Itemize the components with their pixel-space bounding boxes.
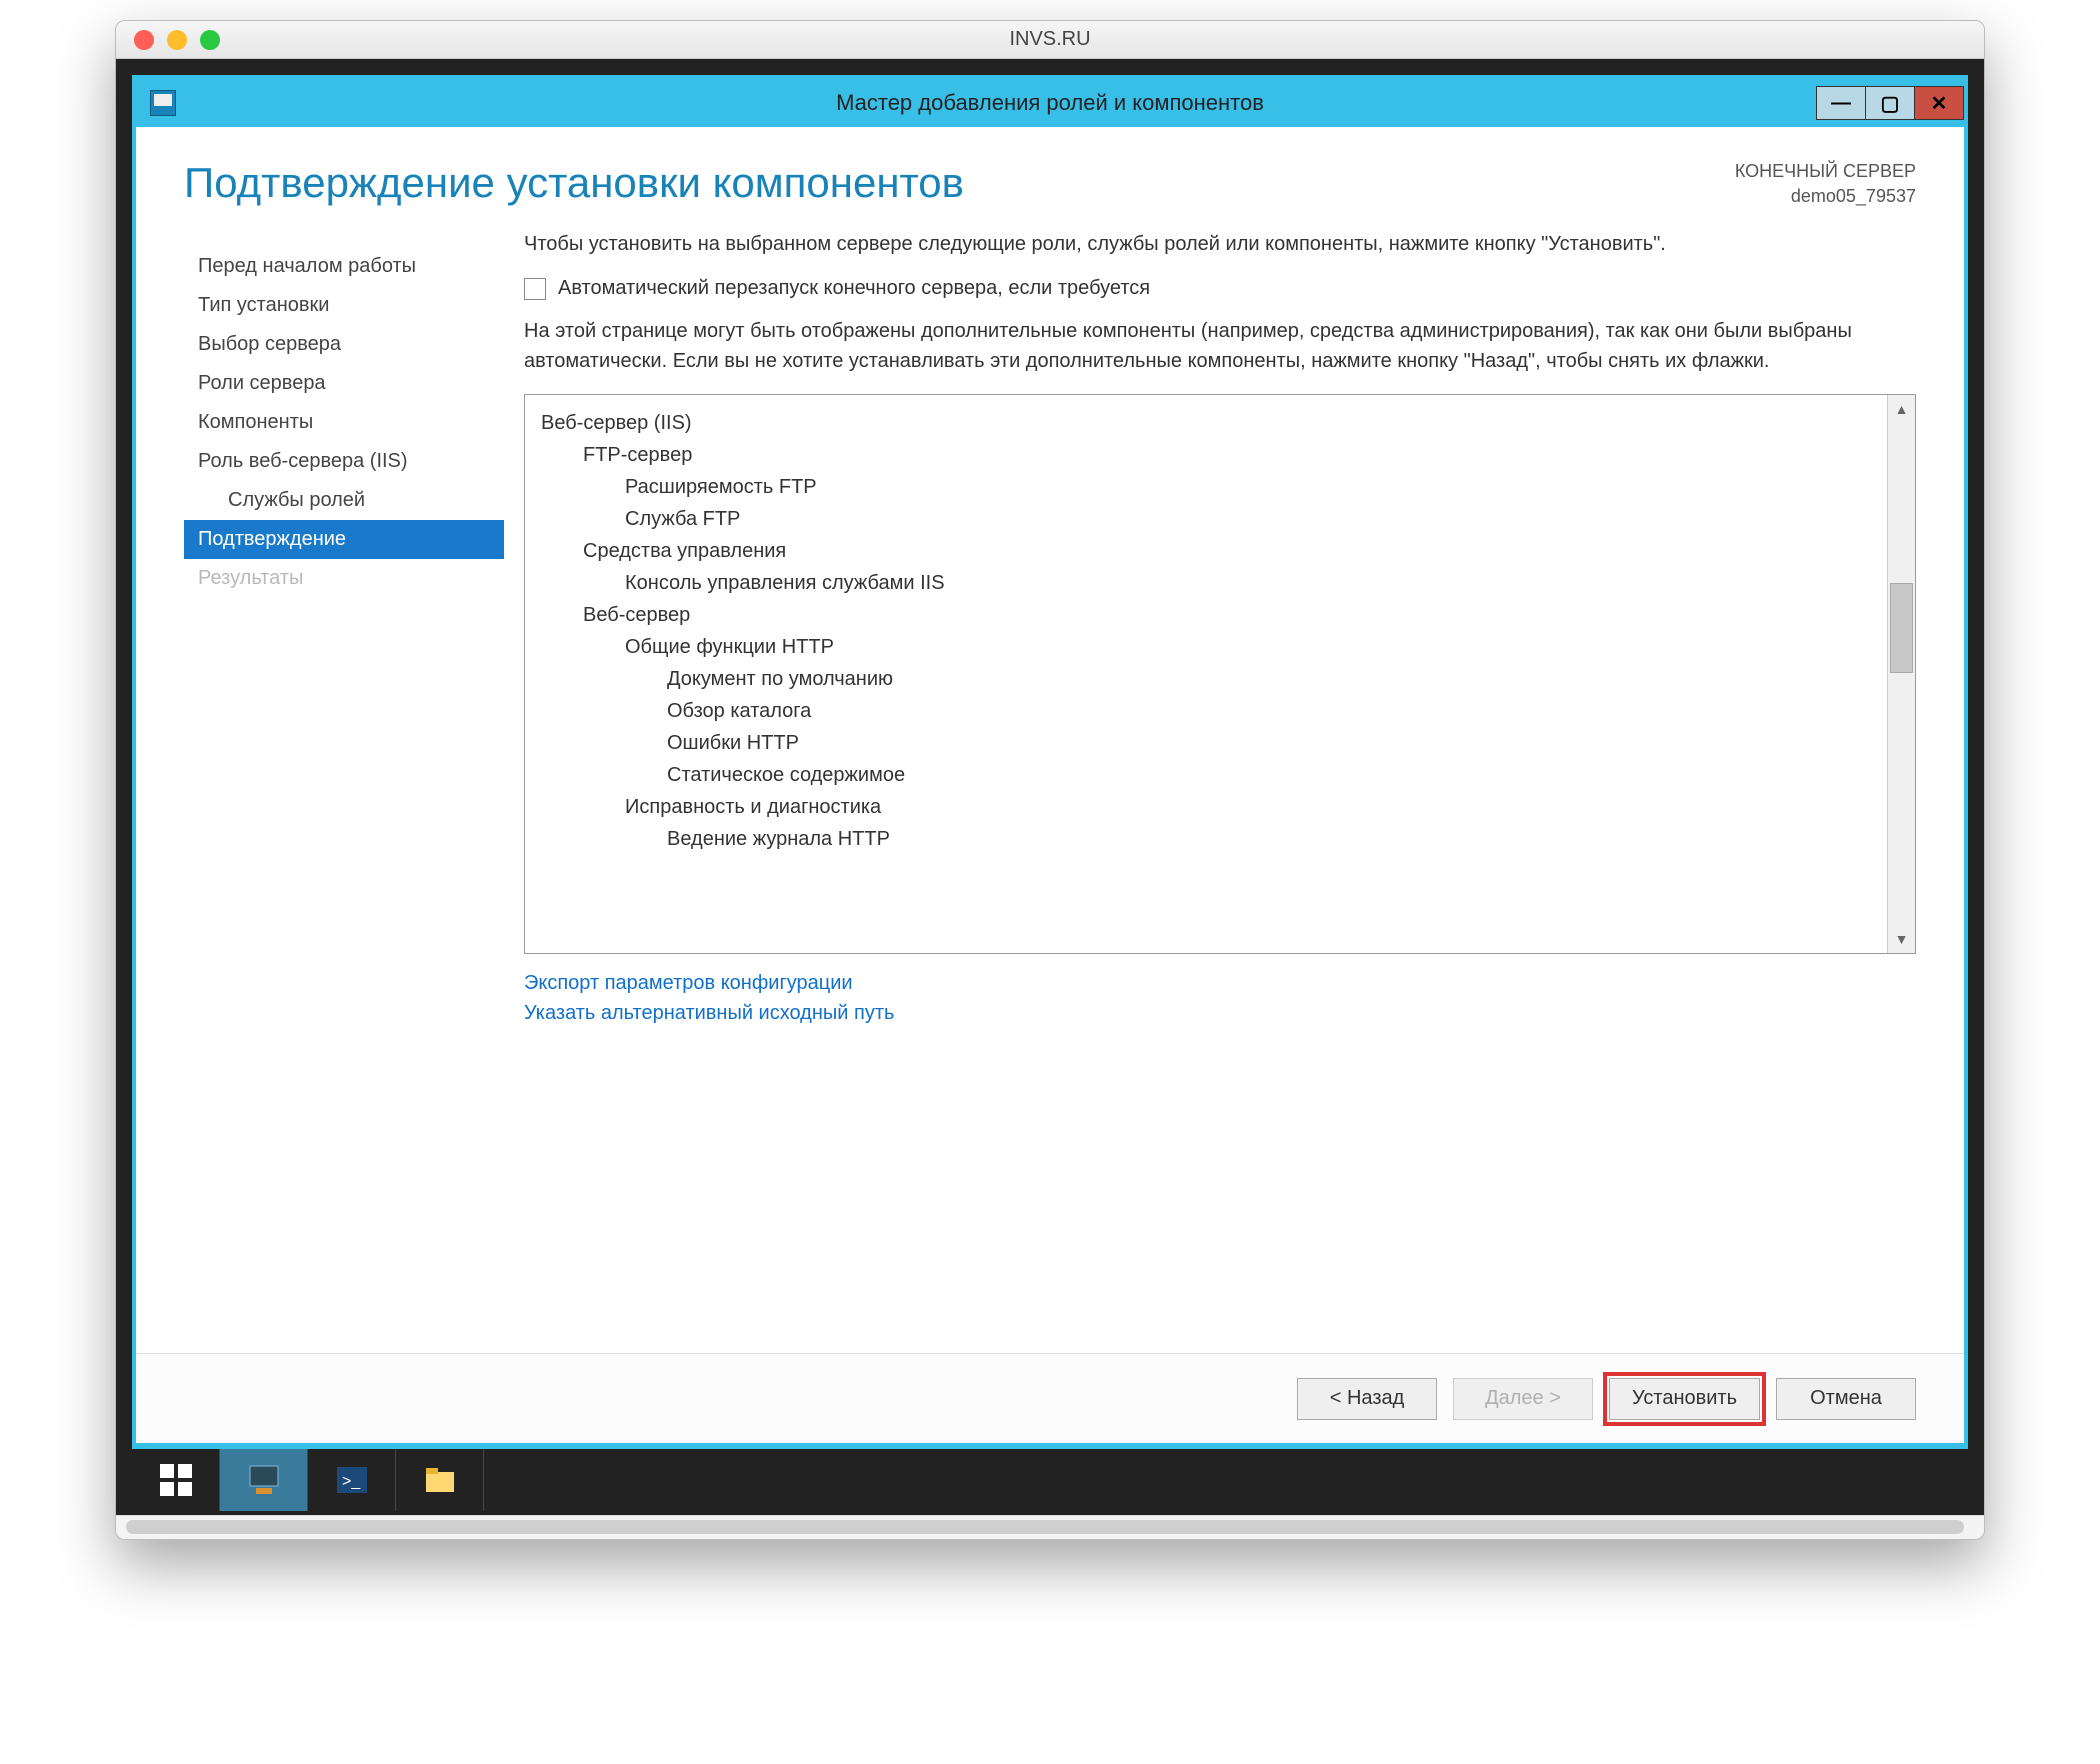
tree-item: Расширяемость FTP bbox=[541, 471, 1871, 503]
note-text: На этой странице могут быть отображены д… bbox=[524, 316, 1916, 376]
listbox-scrollbar[interactable]: ▲ ▼ bbox=[1887, 395, 1915, 953]
nav-iis-role[interactable]: Роль веб-сервера (IIS) bbox=[184, 442, 504, 481]
wizard-footer: < Назад Далее > Установить Отмена bbox=[136, 1353, 1964, 1443]
mac-close-icon[interactable] bbox=[134, 30, 154, 50]
components-tree[interactable]: Веб-сервер (IIS) FTP-сервер Расширяемост… bbox=[525, 395, 1887, 953]
target-server-name: demo05_79537 bbox=[1735, 184, 1916, 209]
powershell-icon: >_ bbox=[334, 1462, 370, 1498]
task-powershell[interactable]: >_ bbox=[308, 1449, 396, 1511]
tree-item: Консоль управления службами IIS bbox=[541, 567, 1871, 599]
mac-titlebar: INVS.RU bbox=[116, 21, 1984, 59]
mac-zoom-icon[interactable] bbox=[200, 30, 220, 50]
nav-confirmation[interactable]: Подтверждение bbox=[184, 520, 504, 559]
tree-item: Документ по умолчанию bbox=[541, 663, 1871, 695]
tree-item: Веб-сервер bbox=[541, 599, 1871, 631]
mac-window: INVS.RU Мастер добавления ролей и компон… bbox=[115, 20, 1985, 1540]
mac-minimize-icon[interactable] bbox=[167, 30, 187, 50]
components-listbox: Веб-сервер (IIS) FTP-сервер Расширяемост… bbox=[524, 394, 1916, 954]
wizard-links: Экспорт параметров конфигурации Указать … bbox=[524, 968, 1916, 1028]
export-config-link[interactable]: Экспорт параметров конфигурации bbox=[524, 972, 853, 994]
nav-features[interactable]: Компоненты bbox=[184, 403, 504, 442]
nav-install-type[interactable]: Тип установки bbox=[184, 286, 504, 325]
tree-item: Ведение журнала HTTP bbox=[541, 823, 1871, 855]
nav-role-services[interactable]: Службы ролей bbox=[184, 481, 504, 520]
intro-text: Чтобы установить на выбранном сервере сл… bbox=[524, 229, 1916, 259]
nav-server-roles[interactable]: Роли сервера bbox=[184, 364, 504, 403]
nav-server-selection[interactable]: Выбор сервера bbox=[184, 325, 504, 364]
tree-item: Служба FTP bbox=[541, 503, 1871, 535]
task-explorer[interactable] bbox=[396, 1449, 484, 1511]
nav-before-you-begin[interactable]: Перед началом работы bbox=[184, 247, 504, 286]
mac-scroll-thumb[interactable] bbox=[126, 1520, 1964, 1534]
mac-window-title: INVS.RU bbox=[116, 28, 1984, 51]
tree-item: Статическое содержимое bbox=[541, 759, 1871, 791]
wizard-main: Чтобы установить на выбранном сервере сл… bbox=[524, 229, 1916, 1353]
tree-item: Средства управления bbox=[541, 535, 1871, 567]
wizard-nav: Перед началом работы Тип установки Выбор… bbox=[184, 229, 504, 1353]
target-label: КОНЕЧНЫЙ СЕРВЕР bbox=[1735, 159, 1916, 184]
destination-server: КОНЕЧНЫЙ СЕРВЕР demo05_79537 bbox=[1735, 159, 1916, 209]
scroll-down-icon[interactable]: ▼ bbox=[1888, 925, 1915, 953]
scroll-thumb[interactable] bbox=[1890, 583, 1913, 673]
task-server-manager[interactable] bbox=[220, 1449, 308, 1511]
svg-text:>_: >_ bbox=[342, 1473, 361, 1490]
wizard-window: Мастер добавления ролей и компонентов — … bbox=[132, 75, 1968, 1447]
tree-item: Ошибки HTTP bbox=[541, 727, 1871, 759]
tree-item: FTP-сервер bbox=[541, 439, 1871, 471]
windows-taskbar[interactable]: >_ bbox=[132, 1447, 1968, 1511]
wizard-titlebar[interactable]: Мастер добавления ролей и компонентов — … bbox=[136, 79, 1964, 127]
tree-item: Исправность и диагностика bbox=[541, 791, 1871, 823]
install-button[interactable]: Установить bbox=[1609, 1378, 1760, 1420]
cancel-button[interactable]: Отмена bbox=[1776, 1378, 1916, 1420]
nav-results: Результаты bbox=[184, 559, 504, 598]
tree-item: Веб-сервер (IIS) bbox=[541, 407, 1871, 439]
restart-checkbox[interactable] bbox=[524, 278, 546, 300]
file-explorer-icon bbox=[422, 1462, 458, 1498]
remote-desktop-area: Мастер добавления ролей и компонентов — … bbox=[116, 59, 1984, 1515]
tree-item: Общие функции HTTP bbox=[541, 631, 1871, 663]
scroll-track[interactable] bbox=[1888, 423, 1915, 925]
back-button[interactable]: < Назад bbox=[1297, 1378, 1437, 1420]
next-button: Далее > bbox=[1453, 1378, 1593, 1420]
restart-checkbox-row[interactable]: Автоматический перезапуск конечного серв… bbox=[524, 277, 1916, 300]
tree-item: Обзор каталога bbox=[541, 695, 1871, 727]
wizard-title: Мастер добавления ролей и компонентов bbox=[136, 90, 1964, 116]
restart-checkbox-label: Автоматический перезапуск конечного серв… bbox=[558, 277, 1150, 300]
scroll-up-icon[interactable]: ▲ bbox=[1888, 395, 1915, 423]
alt-source-path-link[interactable]: Указать альтернативный исходный путь bbox=[524, 1002, 894, 1024]
start-button[interactable] bbox=[132, 1449, 220, 1511]
page-heading: Подтверждение установки компонентов bbox=[184, 159, 964, 207]
server-manager-task-icon bbox=[246, 1462, 282, 1498]
wizard-header: Подтверждение установки компонентов КОНЕ… bbox=[136, 127, 1964, 219]
mac-horizontal-scrollbar[interactable] bbox=[116, 1515, 1984, 1539]
windows-start-icon bbox=[158, 1462, 194, 1498]
